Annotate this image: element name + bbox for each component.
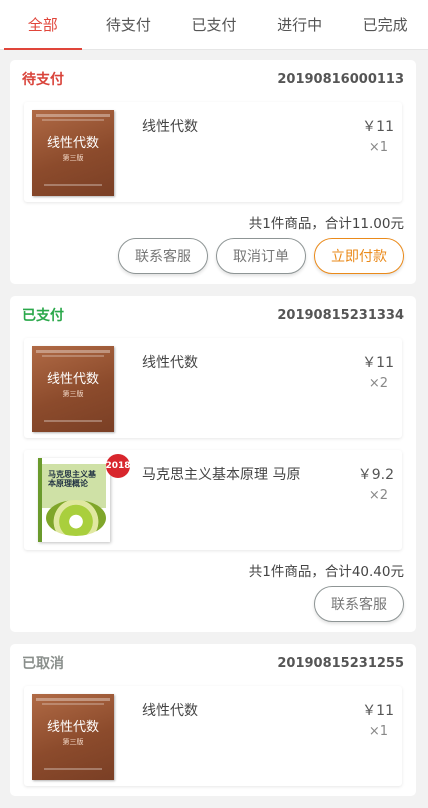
order-summary: 共1件商品，合计11.00元 xyxy=(248,216,404,232)
order-item[interactable]: 马克思主义基本原理概论 2018 马克思主义基本原理 马原 ￥9.2 ×2 xyxy=(24,450,402,550)
tab-pending-payment[interactable]: 待支付 xyxy=(86,0,172,49)
order-card[interactable]: 已取消 20190815231255 线性代数 第三版 线性代数 ￥11 ×1 xyxy=(10,644,416,796)
pay-now-button[interactable]: 立即付款 xyxy=(314,238,404,274)
tab-in-progress[interactable]: 进行中 xyxy=(257,0,343,49)
book-cover-image: 线性代数 第三版 xyxy=(32,346,114,432)
order-header: 已取消 20190815231255 xyxy=(10,644,416,682)
item-name: 马克思主义基本原理 马原 xyxy=(142,467,301,483)
order-status-tabs: 全部 待支付 已支付 进行中 已完成 xyxy=(0,0,428,50)
item-name: 线性代数 xyxy=(142,119,198,135)
cancel-order-button[interactable]: 取消订单 xyxy=(216,238,306,274)
book-cover-image: 马克思主义基本原理概论 xyxy=(38,458,110,542)
order-actions: 联系客服 xyxy=(10,586,404,622)
order-header: 已支付 20190815231334 xyxy=(10,296,416,334)
cover-title: 线性代数 xyxy=(46,136,99,151)
tab-all[interactable]: 全部 xyxy=(0,0,86,50)
order-number: 20190815231334 xyxy=(277,307,404,323)
order-number: 20190816000113 xyxy=(277,71,404,87)
cover-title: 马克思主义基本原理概论 xyxy=(48,470,96,488)
edition-year-badge: 2018 xyxy=(105,454,131,478)
book-cover-image: 线性代数 第三版 xyxy=(32,694,114,780)
cover-title: 线性代数 xyxy=(46,372,99,387)
tab-paid[interactable]: 已支付 xyxy=(171,0,257,49)
book-cover-image: 线性代数 第三版 xyxy=(32,110,114,196)
order-status: 已取消 xyxy=(22,656,64,672)
contact-service-button[interactable]: 联系客服 xyxy=(314,586,404,622)
item-price: ￥11 xyxy=(362,355,394,371)
cover-edition: 第三版 xyxy=(62,738,84,746)
order-status: 已支付 xyxy=(22,308,64,324)
order-summary: 共1件商品，合计40.40元 xyxy=(248,564,404,580)
item-price: ￥9.2 xyxy=(357,467,394,483)
item-name: 线性代数 xyxy=(142,355,198,371)
order-card[interactable]: 已支付 20190815231334 线性代数 第三版 线性代数 ￥11 ×2 … xyxy=(10,296,416,632)
item-price: ￥11 xyxy=(362,119,394,135)
item-quantity: ×1 xyxy=(368,724,388,739)
item-quantity: ×2 xyxy=(368,376,388,391)
contact-service-button[interactable]: 联系客服 xyxy=(118,238,208,274)
item-name: 线性代数 xyxy=(142,703,198,719)
tab-completed[interactable]: 已完成 xyxy=(342,0,428,49)
order-item[interactable]: 线性代数 第三版 线性代数 ￥11 ×1 xyxy=(24,686,402,786)
order-item[interactable]: 线性代数 第三版 线性代数 ￥11 ×1 xyxy=(24,102,402,202)
order-number: 20190815231255 xyxy=(277,655,404,671)
order-item[interactable]: 线性代数 第三版 线性代数 ￥11 ×2 xyxy=(24,338,402,438)
item-price: ￥11 xyxy=(362,703,394,719)
item-quantity: ×1 xyxy=(368,140,388,155)
cover-edition: 第三版 xyxy=(62,390,84,398)
order-header: 待支付 20190816000113 xyxy=(10,60,416,98)
order-status: 待支付 xyxy=(22,72,64,88)
item-quantity: ×2 xyxy=(368,488,388,503)
order-list: 待支付 20190816000113 线性代数 第三版 线性代数 ￥11 ×1 … xyxy=(10,60,416,808)
cover-edition: 第三版 xyxy=(62,154,84,162)
cover-title: 线性代数 xyxy=(46,720,99,735)
order-card[interactable]: 待支付 20190816000113 线性代数 第三版 线性代数 ￥11 ×1 … xyxy=(10,60,416,284)
order-actions: 联系客服 取消订单 立即付款 xyxy=(10,238,404,274)
